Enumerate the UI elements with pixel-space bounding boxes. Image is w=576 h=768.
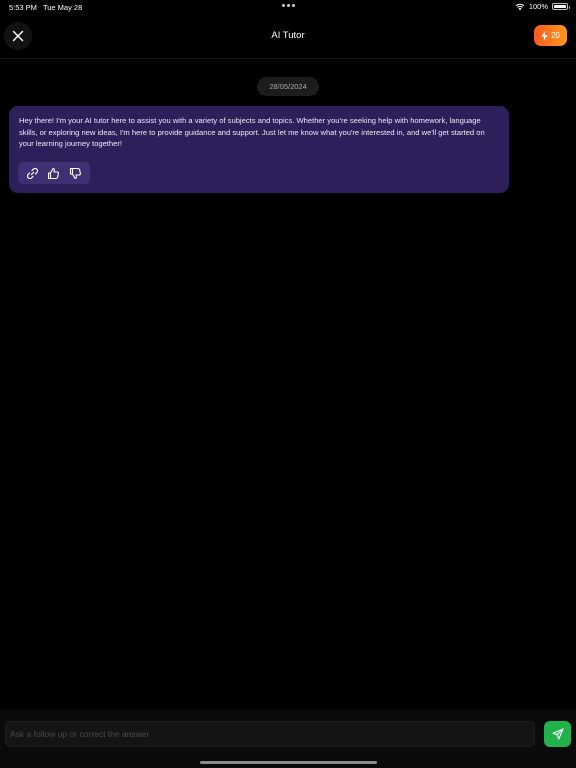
thumbs-down-button[interactable] (66, 164, 84, 182)
header: AI Tutor 20 (0, 14, 576, 59)
copy-button[interactable] (24, 164, 42, 182)
assistant-message-text: Hey there! I'm your AI tutor here to ass… (19, 116, 485, 148)
status-date: Tue May 28 (42, 3, 83, 12)
follow-up-input[interactable] (5, 721, 535, 747)
credits-count: 20 (551, 31, 560, 40)
battery-icon (552, 3, 570, 10)
page-title: AI Tutor (271, 30, 305, 41)
assistant-message-bubble: Hey there! I'm your AI tutor here to ass… (9, 106, 509, 193)
wifi-icon (515, 3, 525, 10)
send-button[interactable] (544, 721, 571, 747)
status-time: 5:53 PM (9, 3, 37, 12)
thumbs-down-icon (69, 167, 81, 179)
copy-icon (27, 167, 39, 179)
status-bar: 5:53 PM Tue May 28 100% (0, 0, 576, 14)
date-separator: 28/05/2024 (257, 77, 319, 96)
message-actions (18, 162, 90, 184)
thumbs-up-icon (48, 167, 60, 179)
multitasking-dots-icon[interactable] (282, 4, 295, 7)
composer-bar (0, 710, 576, 768)
ai-tutor-screen: 5:53 PM Tue May 28 100% AI Tutor 20 28/0… (0, 0, 576, 768)
lightning-icon (541, 30, 548, 41)
status-left: 5:53 PM Tue May 28 (9, 3, 82, 12)
credits-badge[interactable]: 20 (534, 25, 567, 46)
status-right: 100% (515, 2, 570, 11)
home-indicator[interactable] (200, 761, 377, 764)
thumbs-up-button[interactable] (45, 164, 63, 182)
battery-percent: 100% (528, 2, 548, 11)
send-icon (551, 728, 564, 740)
